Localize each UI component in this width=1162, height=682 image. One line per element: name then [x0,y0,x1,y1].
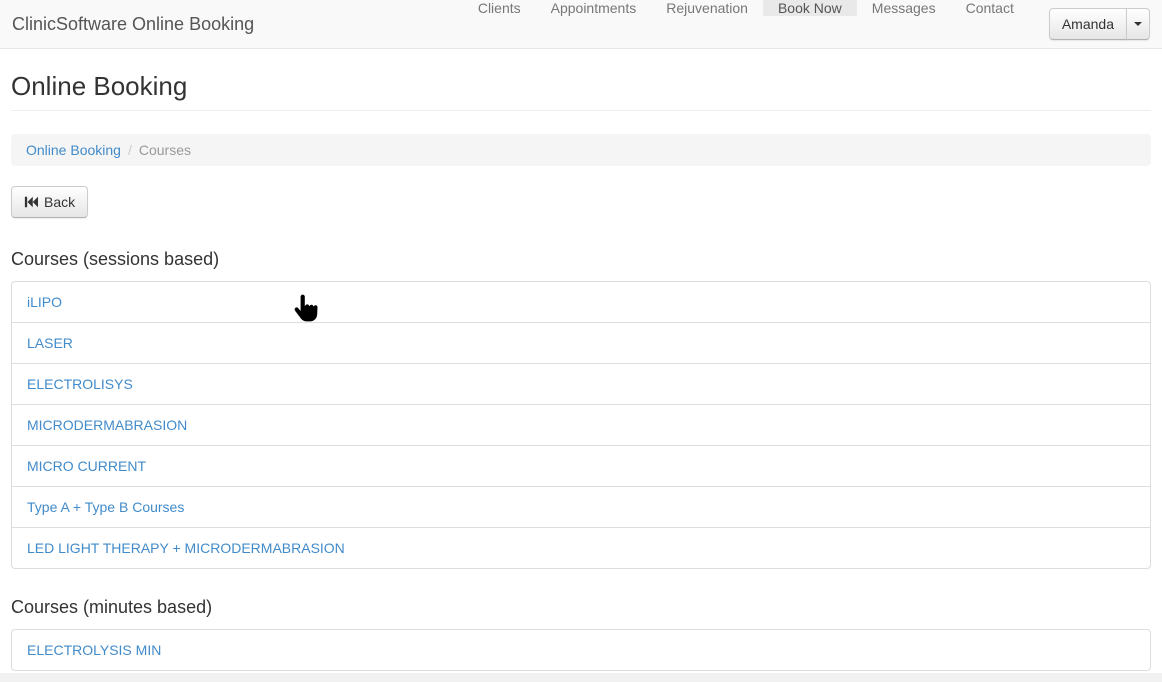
top-navbar: ClinicSoftware Online Booking Clients Ap… [0,0,1162,49]
course-list-minutes-based: ELECTROLYSIS MIN [11,629,1151,671]
page-title: Online Booking [11,71,1151,101]
section-heading-minutes-based: Courses (minutes based) [11,597,1151,617]
course-link-laser[interactable]: LASER [11,322,1151,364]
section-heading-sessions-based: Courses (sessions based) [11,249,1151,269]
fast-backward-icon [24,195,38,209]
main-content: Online Booking Online Booking / Courses … [0,71,1162,671]
nav-item-contact[interactable]: Contact [951,0,1029,16]
title-divider [11,110,1151,111]
footer-strip [0,673,1162,682]
course-link-electrolysis-min[interactable]: ELECTROLYSIS MIN [11,629,1151,671]
navbar-menu: Clients Appointments Rejuvenation Book N… [463,0,1029,48]
nav-item-clients[interactable]: Clients [463,0,536,16]
back-button-label: Back [44,194,75,210]
navbar-brand[interactable]: ClinicSoftware Online Booking [0,0,269,48]
breadcrumb-link-online-booking[interactable]: Online Booking [26,142,121,158]
nav-item-rejuvenation[interactable]: Rejuvenation [651,0,763,16]
course-link-ilipo[interactable]: iLIPO [11,281,1151,323]
nav-item-appointments[interactable]: Appointments [536,0,652,16]
user-button[interactable]: Amanda [1049,8,1127,40]
user-button-group: Amanda [1029,0,1162,48]
user-dropdown-toggle[interactable] [1126,8,1150,40]
nav-item-messages[interactable]: Messages [857,0,951,16]
breadcrumb-separator: / [121,142,139,158]
back-button[interactable]: Back [11,186,88,218]
course-link-micro-current[interactable]: MICRO CURRENT [11,445,1151,487]
caret-down-icon [1134,22,1142,26]
breadcrumb-current-courses: Courses [139,142,191,158]
course-link-led-light-therapy[interactable]: LED LIGHT THERAPY + MICRODERMABRASION [11,527,1151,569]
nav-item-book-now[interactable]: Book Now [763,0,857,16]
course-link-type-a-type-b[interactable]: Type A + Type B Courses [11,486,1151,528]
course-list-sessions-based: iLIPO LASER ELECTROLISYS MICRODERMABRASI… [11,281,1151,569]
course-link-electrolisys[interactable]: ELECTROLISYS [11,363,1151,405]
breadcrumb: Online Booking / Courses [11,134,1151,166]
course-link-microdermabrasion[interactable]: MICRODERMABRASION [11,404,1151,446]
